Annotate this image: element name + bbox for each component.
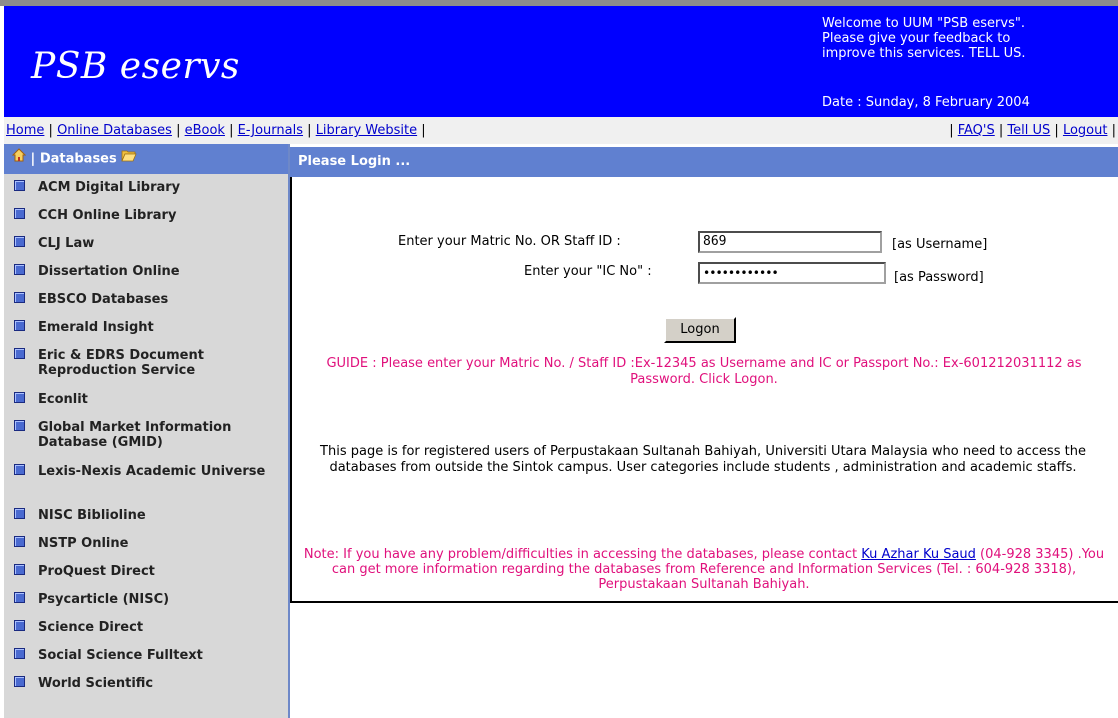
current-date: Date : Sunday, 8 February 2004: [822, 95, 1030, 110]
nav-logout-link[interactable]: Logout: [1063, 123, 1108, 138]
nav-home-link[interactable]: Home: [6, 123, 44, 138]
sidebar-title: Databases: [39, 151, 117, 167]
bullet-icon: [14, 676, 25, 687]
sidebar-item-nstp[interactable]: NSTP Online: [4, 530, 288, 558]
welcome-message: Welcome to UUM "PSB eservs". Please give…: [822, 16, 1112, 61]
welcome-line: improve this services. TELL US.: [822, 46, 1026, 61]
username-input[interactable]: 869: [698, 231, 882, 253]
note-text-before: Note: If you have any problem/difficulti…: [303, 547, 862, 562]
sidebar-item-ebsco[interactable]: EBSCO Databases: [4, 286, 288, 314]
folder-open-icon: [121, 144, 137, 174]
login-guide: GUIDE : Please enter your Matric No. / S…: [326, 356, 1082, 387]
username-hint: [as Username]: [892, 237, 988, 252]
bullet-icon: [14, 564, 25, 575]
nav-faq-link[interactable]: FAQ'S: [958, 123, 995, 138]
bullet-icon: [14, 236, 25, 247]
nav-ejournals-link[interactable]: E-Journals: [238, 123, 303, 138]
welcome-line: Welcome to UUM "PSB eservs".: [822, 16, 1025, 31]
password-input[interactable]: ••••••••••••: [698, 262, 886, 284]
bullet-icon: [14, 464, 25, 475]
password-label: Enter your "IC No" :: [524, 264, 652, 279]
bullet-icon: [14, 348, 25, 359]
sidebar-item-clj[interactable]: CLJ Law: [4, 230, 288, 258]
nav-library-website-link[interactable]: Library Website: [316, 123, 417, 138]
bullet-icon: [14, 392, 25, 403]
welcome-line: Please give your feedback to: [822, 31, 1011, 46]
primary-nav: Home | Online Databases | eBook | E-Jour…: [6, 123, 426, 138]
contact-link[interactable]: Ku Azhar Ku Saud: [861, 547, 976, 562]
password-hint: [as Password]: [894, 270, 984, 285]
sidebar-item-gmid[interactable]: Global Market Information Database (GMID…: [4, 414, 288, 458]
sidebar-item-acm[interactable]: ACM Digital Library: [4, 174, 288, 202]
databases-sidebar: | Databases ACM Digital Library CCH Onli…: [4, 144, 290, 718]
sidebar-item-science-direct[interactable]: Science Direct: [4, 614, 288, 642]
sidebar-item-social-science[interactable]: Social Science Fulltext: [4, 642, 288, 670]
bullet-icon: [14, 508, 25, 519]
bullet-icon: [14, 420, 25, 431]
sidebar-item-psycarticle[interactable]: Psycarticle (NISC): [4, 586, 288, 614]
bullet-icon: [14, 648, 25, 659]
bullet-icon: [14, 536, 25, 547]
sidebar-item-emerald[interactable]: Emerald Insight: [4, 314, 288, 342]
login-heading: Please Login ...: [290, 147, 1118, 177]
sidebar-item-cch[interactable]: CCH Online Library: [4, 202, 288, 230]
bullet-icon: [14, 320, 25, 331]
sidebar-header: | Databases: [4, 144, 288, 174]
sidebar-item-dissertation[interactable]: Dissertation Online: [4, 258, 288, 286]
secondary-nav: | FAQ'S | Tell US | Logout |: [949, 123, 1116, 138]
site-logo: PSB eservs: [31, 46, 240, 87]
top-navigation: Home | Online Databases | eBook | E-Jour…: [4, 117, 1118, 144]
header-banner: PSB eservs Welcome to UUM "PSB eservs". …: [4, 6, 1118, 117]
sidebar-item-world-scientific[interactable]: World Scientific: [4, 670, 288, 698]
nav-tell-us-link[interactable]: Tell US: [1007, 123, 1050, 138]
sidebar-item-proquest[interactable]: ProQuest Direct: [4, 558, 288, 586]
sidebar-item-econlit[interactable]: Econlit: [4, 386, 288, 414]
bullet-icon: [14, 180, 25, 191]
nav-online-databases-link[interactable]: Online Databases: [57, 123, 172, 138]
sidebar-item-nisc-biblioline[interactable]: NISC Biblioline: [4, 502, 288, 530]
bullet-icon: [14, 264, 25, 275]
sidebar-item-eric[interactable]: Eric & EDRS Document Reproduction Servic…: [4, 342, 288, 386]
sidebar-item-lexis-nexis[interactable]: Lexis-Nexis Academic Universe: [4, 458, 288, 502]
contact-note: Note: If you have any problem/difficulti…: [296, 547, 1112, 592]
nav-ebook-link[interactable]: eBook: [185, 123, 225, 138]
username-label: Enter your Matric No. OR Staff ID :: [398, 234, 621, 249]
bullet-icon: [14, 620, 25, 631]
info-text: This page is for registered users of Per…: [320, 444, 1086, 475]
bullet-icon: [14, 292, 25, 303]
bullet-icon: [14, 592, 25, 603]
bullet-icon: [14, 208, 25, 219]
home-icon[interactable]: [11, 144, 27, 174]
logon-button[interactable]: Logon: [664, 317, 736, 343]
